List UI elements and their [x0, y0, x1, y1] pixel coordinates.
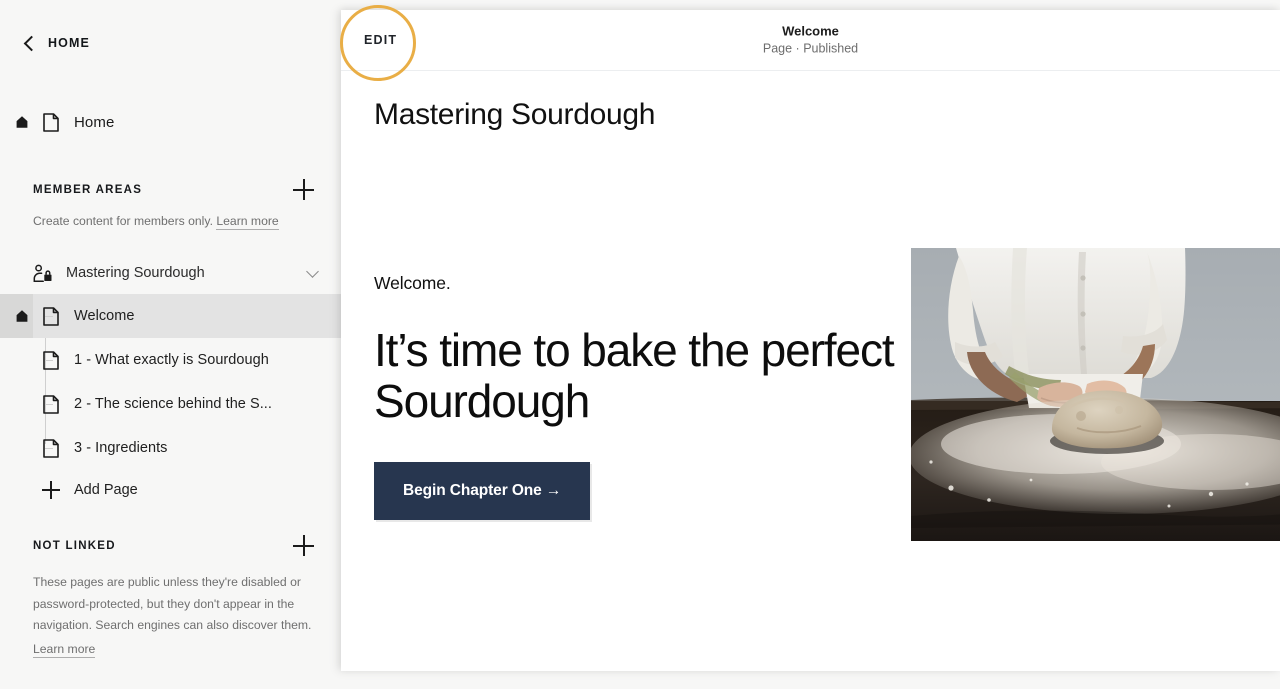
hero-kicker: Welcome.	[374, 273, 451, 293]
chevron-left-icon	[23, 35, 40, 51]
member-lock-icon	[33, 264, 59, 283]
back-to-home-label: HOME	[48, 36, 90, 50]
sidebar-item-home[interactable]: Home	[0, 102, 341, 142]
page-status: Page · Published	[762, 41, 859, 56]
plus-icon	[34, 481, 68, 499]
not-linked-learn-more-link[interactable]: Learn more	[33, 641, 96, 658]
page-icon	[34, 350, 68, 370]
member-area-group-mastering-sourdough[interactable]: Mastering Sourdough	[0, 252, 341, 294]
sidebar-page-label: 1 - What exactly is Sourdough	[74, 352, 269, 368]
sidebar-page-chapter-1[interactable]: 1 - What exactly is Sourdough	[0, 338, 341, 382]
member-areas-section-header: MEMBER AREAS	[0, 179, 341, 201]
page-title: Welcome	[782, 23, 839, 39]
page-icon	[34, 112, 68, 132]
sidebar: HOME Home MEMBER AREAS Create content fo…	[0, 0, 341, 689]
add-page-label: Add Page	[74, 482, 138, 498]
hero-title: It’s time to bake the perfect Sourdough	[374, 324, 895, 427]
site-logo[interactable]: Mastering Sourdough	[374, 98, 655, 132]
member-areas-title: MEMBER AREAS	[33, 184, 143, 196]
not-linked-section-header: NOT LINKED	[0, 535, 341, 557]
chevron-down-icon[interactable]	[306, 264, 319, 278]
back-to-home-button[interactable]: HOME	[0, 26, 341, 60]
panel-header-center: Welcome Page · Published	[341, 23, 1280, 58]
page-icon	[34, 438, 68, 458]
add-page-button[interactable]: Add Page	[0, 470, 341, 510]
member-area-page-tree: Welcome 1 - What exactly is Sourdough 2 …	[0, 294, 341, 510]
site-nav: Mastering Sourdough	[341, 71, 1280, 132]
not-linked-title: NOT LINKED	[33, 540, 116, 552]
page-icon	[34, 306, 68, 326]
member-areas-description: Create content for members only. Learn m…	[0, 212, 341, 230]
not-linked-description: These pages are public unless they're di…	[0, 572, 341, 637]
site-preview: Mastering Sourdough Welcome. It’s time t…	[341, 71, 1280, 671]
not-linked-learn-more-wrap: Learn more	[0, 640, 341, 658]
begin-chapter-one-button[interactable]: Begin Chapter One →	[374, 462, 591, 520]
hero-copy: Welcome. It’s time to bake the perfect S…	[374, 273, 895, 520]
page-preview-panel: EDIT Welcome Page · Published Mastering …	[341, 10, 1280, 671]
member-area-group-label: Mastering Sourdough	[66, 265, 205, 281]
not-linked-description-text: These pages are public unless they're di…	[33, 575, 312, 632]
sidebar-page-label: Welcome	[74, 308, 135, 324]
page-icon	[34, 394, 68, 414]
sidebar-page-chapter-2[interactable]: 2 - The science behind the S...	[0, 382, 341, 426]
member-areas-learn-more-link[interactable]: Learn more	[216, 214, 279, 230]
sidebar-page-label: 2 - The science behind the S...	[74, 396, 272, 412]
add-not-linked-page-plus-icon[interactable]	[293, 535, 315, 557]
sidebar-item-home-label: Home	[74, 113, 115, 131]
member-areas-description-text: Create content for members only.	[33, 214, 213, 228]
panel-header: EDIT Welcome Page · Published	[341, 10, 1280, 71]
member-areas-editor-screen: HOME Home MEMBER AREAS Create content fo…	[0, 0, 1280, 689]
home-icon	[10, 309, 34, 323]
sidebar-page-chapter-3[interactable]: 3 - Ingredients	[0, 426, 341, 470]
add-member-area-plus-icon[interactable]	[293, 179, 315, 201]
home-icon	[10, 115, 34, 129]
baker-kneading-dough-image	[911, 248, 1280, 541]
sidebar-page-welcome[interactable]: Welcome	[0, 294, 341, 338]
sidebar-page-label: 3 - Ingredients	[74, 440, 168, 456]
